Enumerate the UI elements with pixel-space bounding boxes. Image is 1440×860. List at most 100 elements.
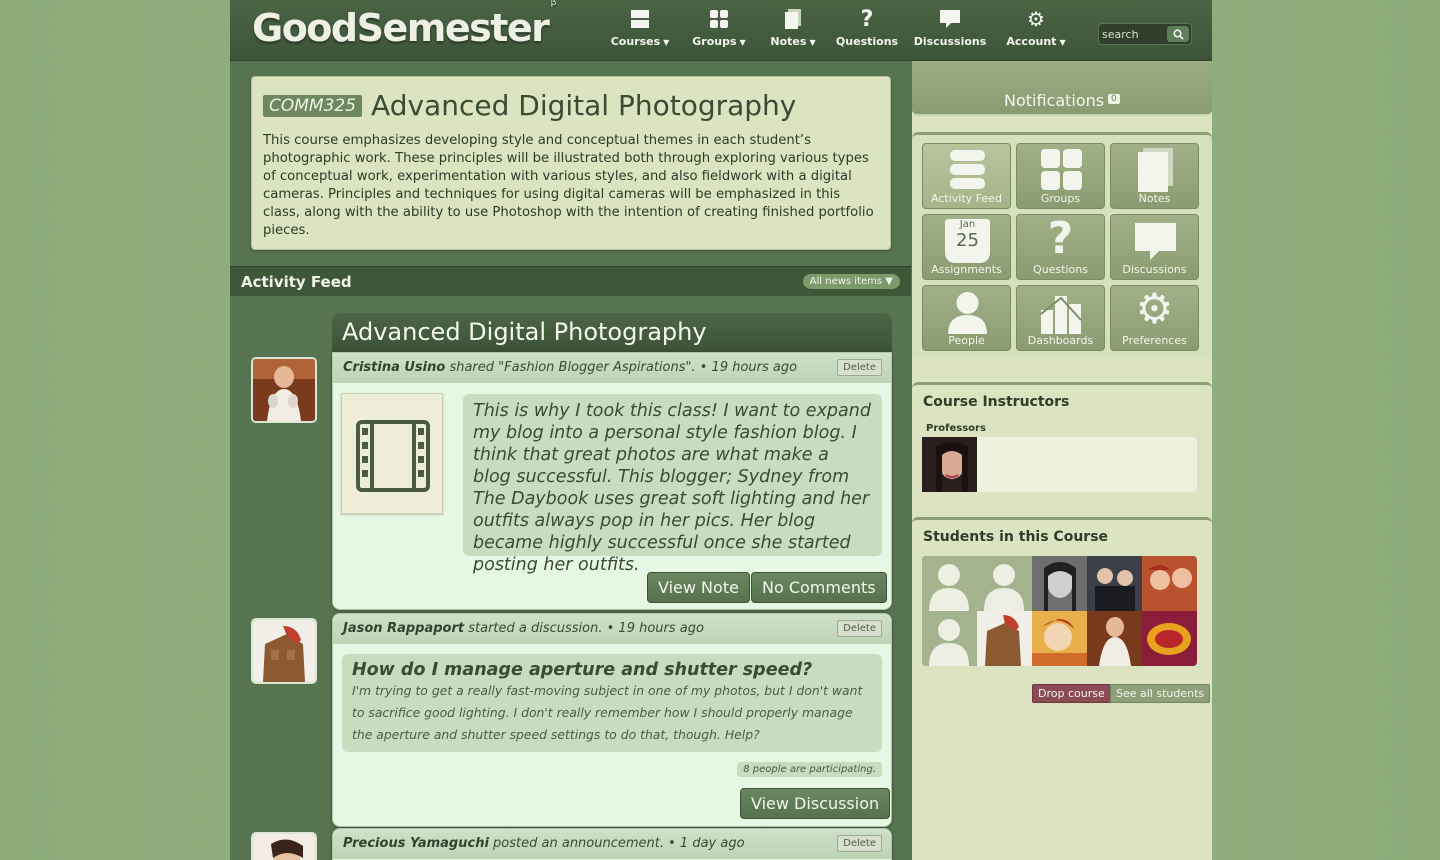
notifications-count: 0: [1108, 94, 1120, 104]
search-input[interactable]: [1102, 26, 1164, 42]
view-note-button[interactable]: View Note: [647, 572, 750, 603]
question-icon: ?: [1047, 213, 1074, 264]
item-author[interactable]: Jason Rappaport: [343, 621, 464, 636]
note-thumbnail[interactable]: [341, 393, 443, 514]
nav-courses-label: Courses: [610, 35, 661, 48]
groups-icon: [1041, 149, 1082, 190]
discussion-body: I'm trying to get a really fast-moving s…: [352, 683, 863, 742]
logo[interactable]: GoodSemesterβ: [252, 0, 557, 50]
avatar-cristina[interactable]: [251, 357, 317, 423]
students-panel: Students in this Course Drop course See …: [912, 517, 1212, 860]
avatar-precious[interactable]: [251, 832, 317, 860]
calendar-day: 25: [956, 230, 979, 251]
students-grid: [922, 556, 1197, 666]
notes-icon: [1138, 148, 1173, 192]
notifications-bar[interactable]: Notifications 0: [912, 61, 1212, 116]
tile-questions[interactable]: ? Questions: [1016, 214, 1105, 280]
student-avatar[interactable]: [1032, 556, 1087, 611]
discussions-icon: [1135, 223, 1176, 260]
notifications-label: Notifications: [1004, 91, 1105, 110]
view-discussion-button[interactable]: View Discussion: [740, 788, 891, 819]
calendar-icon: Jan 25: [945, 219, 990, 263]
professors-label: Professors: [926, 423, 986, 434]
nav-account[interactable]: ⚙ Account ▼: [994, 7, 1078, 48]
news-filter-dropdown[interactable]: All news items ▼: [802, 274, 900, 289]
shortcut-tiles: Activity Feed Groups Notes Jan 25 Assign…: [912, 132, 1212, 356]
gear-icon: ⚙: [1027, 7, 1045, 31]
nav-discussions[interactable]: Discussions: [906, 8, 994, 48]
discussion-question: How do I manage aperture and shutter spe…: [352, 660, 813, 680]
delete-button[interactable]: Delete: [837, 620, 882, 637]
chevron-down-icon: ▼: [809, 38, 816, 47]
right-sidebar: Notifications 0 Activity Feed Groups Not…: [912, 61, 1212, 860]
tile-label: Questions: [1033, 263, 1088, 276]
item-author[interactable]: Precious Yamaguchi: [343, 836, 489, 851]
dashboard-icon: [1040, 296, 1082, 334]
item-author[interactable]: Cristina Usino: [343, 360, 445, 375]
student-avatar[interactable]: [1142, 556, 1197, 611]
avatar-jason[interactable]: [251, 618, 317, 684]
tile-activity-feed[interactable]: Activity Feed: [922, 143, 1011, 209]
delete-button[interactable]: Delete: [837, 835, 882, 852]
participants-count: 8 people are participating.: [737, 762, 882, 777]
nav-questions[interactable]: ? Questions: [828, 6, 906, 49]
item-action: started a discussion. • 19 hours ago: [464, 621, 704, 636]
tile-label: Preferences: [1122, 334, 1187, 347]
student-avatar[interactable]: [1087, 611, 1142, 666]
chevron-down-icon: ▼: [663, 38, 670, 47]
tile-assignments[interactable]: Jan 25 Assignments: [922, 214, 1011, 280]
courses-icon: [629, 8, 651, 30]
logo-text: GoodSemester: [252, 6, 550, 50]
comments-button[interactable]: No Comments: [751, 572, 887, 603]
student-avatar[interactable]: [922, 611, 977, 666]
discussion-preview[interactable]: How do I manage aperture and shutter spe…: [342, 654, 882, 752]
tile-people[interactable]: People: [922, 285, 1011, 351]
tile-label: Notes: [1138, 192, 1171, 205]
student-avatar[interactable]: [1032, 611, 1087, 666]
film-icon: [356, 420, 430, 492]
search-button[interactable]: [1167, 26, 1189, 42]
tile-label: Groups: [1040, 192, 1081, 205]
nav-groups[interactable]: Groups ▼: [680, 8, 758, 48]
nav-notes-label: Notes: [770, 35, 807, 48]
beta-mark: β: [550, 0, 556, 9]
nav-courses[interactable]: Courses ▼: [600, 8, 680, 48]
tile-dashboards[interactable]: Dashboards: [1016, 285, 1105, 351]
question-icon: ?: [860, 6, 874, 32]
gear-icon: ⚙: [1135, 284, 1174, 333]
student-avatar[interactable]: [1087, 556, 1142, 611]
person-icon: [948, 292, 987, 334]
notes-icon: [782, 8, 804, 30]
tile-discussions[interactable]: Discussions: [1110, 214, 1199, 280]
student-avatar[interactable]: [977, 556, 1032, 611]
activity-feed-title: Activity Feed: [241, 273, 352, 291]
tile-notes[interactable]: Notes: [1110, 143, 1199, 209]
item-meta: Precious Yamaguchi posted an announcemen…: [333, 829, 891, 859]
main-nav: Courses ▼ Groups ▼ Notes ▼ ? Questions D…: [600, 6, 1078, 49]
avatar-professor[interactable]: [922, 437, 977, 492]
chevron-down-icon: ▼: [739, 38, 746, 47]
professors-list: [922, 437, 1197, 492]
drop-course-button[interactable]: Drop course: [1032, 684, 1111, 703]
top-header: GoodSemesterβ Courses▼ Groups▼ Notes▼: [230, 0, 1212, 61]
nav-groups-label: Groups: [692, 35, 737, 48]
delete-button[interactable]: Delete: [837, 359, 882, 376]
tile-label: Dashboards: [1027, 334, 1094, 347]
stack-icon: [950, 150, 985, 189]
news-filter-label: All news items: [809, 276, 883, 287]
tile-groups[interactable]: Groups: [1016, 143, 1105, 209]
instructors-title: Course Instructors: [923, 394, 1070, 410]
tile-label: Assignments: [931, 263, 1002, 276]
item-action: posted an announcement. • 1 day ago: [488, 836, 745, 851]
student-avatar[interactable]: [1142, 611, 1197, 666]
search-icon: [1172, 28, 1184, 40]
tile-label: Activity Feed: [931, 192, 1002, 205]
student-avatar[interactable]: [922, 556, 977, 611]
nav-notes[interactable]: Notes ▼: [758, 8, 828, 48]
student-avatar[interactable]: [977, 611, 1032, 666]
item-meta: Jason Rappaport started a discussion. • …: [333, 614, 891, 644]
chevron-down-icon: ▼: [1059, 38, 1066, 47]
tile-preferences[interactable]: ⚙ Preferences: [1110, 284, 1199, 351]
see-all-students-button[interactable]: See all students: [1110, 684, 1211, 703]
note-quote: This is why I took this class! I want to…: [463, 394, 882, 575]
